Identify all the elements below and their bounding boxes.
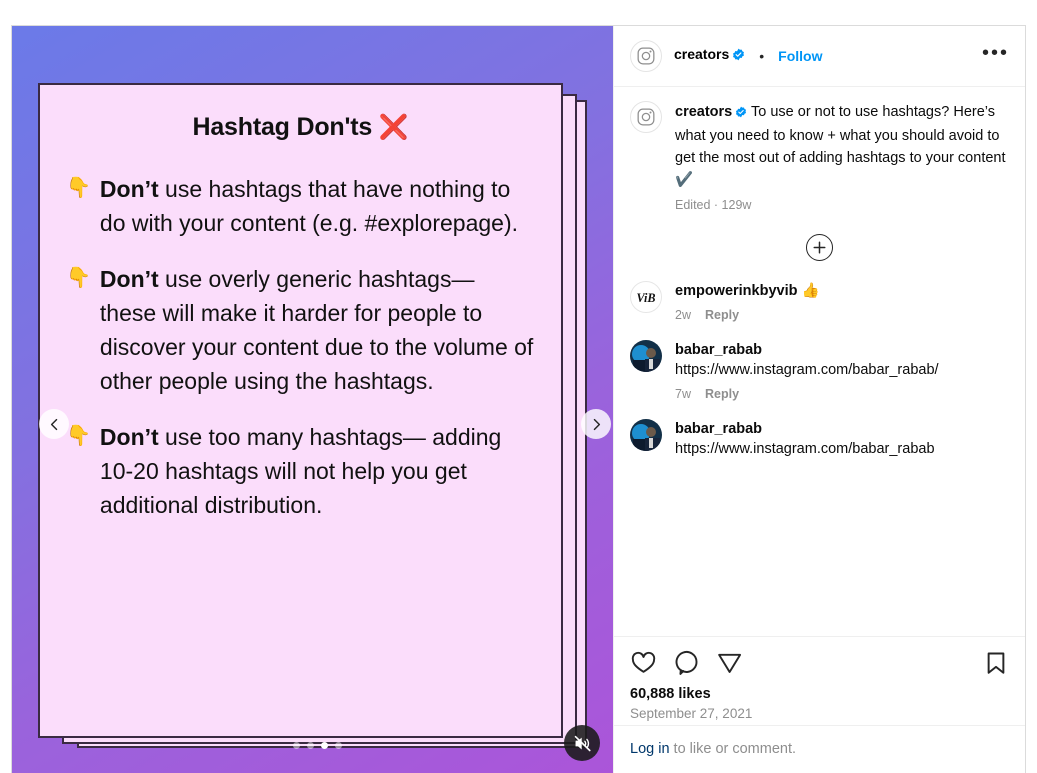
slide-bullet-lead: Don’t <box>99 266 159 293</box>
action-icon-row <box>630 649 1009 676</box>
avatar[interactable] <box>630 418 662 451</box>
caption-text: creators To use or not to use hashtags? … <box>675 101 1009 191</box>
comments-scroll-area[interactable]: creators To use or not to use hashtags? … <box>614 87 1025 636</box>
avatar[interactable] <box>630 101 662 133</box>
slide-bullet-lead: Don’t <box>99 424 159 451</box>
avatar[interactable] <box>630 339 662 372</box>
comment-meta: 7w Reply <box>675 387 1009 401</box>
photo-avatar <box>630 339 662 372</box>
chevron-right-icon <box>593 418 600 430</box>
comment-body: empowerinkbyvib 👍 2w Reply <box>675 281 1009 322</box>
instagram-post: Hashtag Don'ts ❌ 👇 Don’t use hashtags th… <box>11 25 1026 773</box>
thumbs-down-icon: 👇 <box>66 177 91 199</box>
slide-title: Hashtag Don'ts ❌ <box>66 113 535 142</box>
like-count: 60,888 likes <box>630 686 711 702</box>
slide-bullet-lead: Don’t <box>99 176 159 202</box>
share-paper-plane-icon <box>718 653 742 673</box>
red-x-icon: ❌ <box>378 114 409 141</box>
carousel-dots <box>293 742 342 749</box>
heart-icon <box>631 651 656 673</box>
post-sidebar: creators • Follow ••• creators To use or… <box>613 26 1025 773</box>
caption-meta: Edited · 129w <box>675 198 752 213</box>
login-prompt-text: to like or comment. <box>669 741 797 757</box>
carousel-dot[interactable] <box>293 742 300 749</box>
comment-text: https://www.instagram.com/babar_rabab <box>675 441 935 458</box>
share-button[interactable] <box>716 649 743 676</box>
follow-button[interactable]: Follow <box>778 48 822 64</box>
chevron-left-icon <box>50 418 57 430</box>
avatar[interactable] <box>630 40 662 72</box>
vib-monogram-avatar: ViB <box>637 291 656 305</box>
post-caption: creators To use or not to use hashtags? … <box>630 101 1009 212</box>
slide-bullet-body: use hashtags that have nothing to do wit… <box>99 176 518 237</box>
carousel-dot[interactable] <box>335 742 342 749</box>
comment-text: 👍 <box>797 283 820 300</box>
verified-badge-icon <box>735 103 747 125</box>
save-button[interactable] <box>983 650 1009 676</box>
comment-body: babar_rabab https://www.instagram.com/ba… <box>675 419 1009 460</box>
carousel-dot-active[interactable] <box>321 742 328 749</box>
instagram-logo-icon <box>637 108 655 126</box>
load-more-comments-row <box>630 212 1009 281</box>
slide-bullet-text: Don’t use hashtags that have nothing to … <box>100 172 535 240</box>
post-header-username[interactable]: creators <box>674 46 745 66</box>
comment-body: babar_rabab https://www.instagram.com/ba… <box>675 340 1009 401</box>
slide-title-text: Hashtag Don'ts <box>192 113 373 141</box>
comment-line: babar_rabab <box>675 419 1009 440</box>
comment-reply-button[interactable]: Reply <box>705 308 739 322</box>
comment-time: 7w <box>675 386 691 401</box>
mute-button[interactable] <box>564 725 600 761</box>
slide-bullet-body: use too many hashtags— adding 10-20 hash… <box>99 424 502 519</box>
carousel-dot[interactable] <box>307 742 314 749</box>
more-options-button[interactable]: ••• <box>982 43 1009 63</box>
login-prompt: Log in to like or comment. <box>614 725 1025 773</box>
comment-reply-button[interactable]: Reply <box>705 387 739 401</box>
comment-bubble-icon <box>675 651 698 675</box>
comment-username[interactable]: babar_rabab <box>675 342 762 358</box>
plus-icon <box>813 241 826 254</box>
bookmark-icon <box>987 651 1005 674</box>
photo-avatar <box>630 418 662 451</box>
slide-card-front: Hashtag Don'ts ❌ 👇 Don’t use hashtags th… <box>38 83 563 738</box>
post-header: creators • Follow ••• <box>614 26 1025 87</box>
carousel-prev-button[interactable] <box>39 409 69 439</box>
slide-bullet: 👇 Don’t use overly generic hashtags— the… <box>66 262 535 398</box>
comment-username[interactable]: empowerinkbyvib <box>675 283 797 299</box>
comment-button[interactable] <box>673 649 700 676</box>
post-media[interactable]: Hashtag Don'ts ❌ 👇 Don’t use hashtags th… <box>12 26 613 773</box>
comment-username[interactable]: babar_rabab <box>675 421 762 437</box>
thumbs-down-icon: 👇 <box>66 267 91 290</box>
comment-item: ViB empowerinkbyvib 👍 2w Reply <box>630 281 1009 322</box>
verified-badge-icon <box>732 48 745 66</box>
comment-item: babar_rabab https://www.instagram.com/ba… <box>630 418 1009 460</box>
header-separator: • <box>759 48 765 64</box>
comment-line: empowerinkbyvib 👍 <box>675 281 1009 302</box>
slide-bullet-text: Don’t use too many hashtags— adding 10-2… <box>100 420 535 522</box>
login-link[interactable]: Log in <box>630 741 670 757</box>
comment-time: 2w <box>675 307 691 322</box>
thumbs-down-icon: 👇 <box>66 425 91 448</box>
avatar[interactable]: ViB <box>630 281 662 314</box>
caption-body: creators To use or not to use hashtags? … <box>675 101 1009 212</box>
carousel-next-button[interactable] <box>581 409 611 439</box>
username-text: creators <box>674 46 730 62</box>
comment-text: https://www.instagram.com/babar_rabab/ <box>675 362 939 379</box>
comment-line: babar_rabab <box>675 340 1009 361</box>
slide-bullet-text: Don’t use overly generic hashtags— these… <box>100 262 535 398</box>
comment-item: babar_rabab https://www.instagram.com/ba… <box>630 339 1009 401</box>
speaker-muted-icon <box>574 735 591 751</box>
slide-bullet-body: use overly generic hashtags— these will … <box>99 266 534 395</box>
load-more-comments-button[interactable] <box>806 234 833 262</box>
instagram-logo-icon <box>637 47 655 65</box>
like-button[interactable] <box>630 649 657 676</box>
post-date: September 27, 2021 <box>630 706 753 721</box>
svg-text:ViB: ViB <box>637 291 656 305</box>
post-action-bar: 60,888 likes September 27, 2021 <box>614 636 1025 725</box>
comment-meta: 2w Reply <box>675 308 1009 322</box>
caption-username[interactable]: creators <box>675 104 732 120</box>
slide-bullet: 👇 Don’t use too many hashtags— adding 10… <box>66 420 535 522</box>
slide-bullet: 👇 Don’t use hashtags that have nothing t… <box>66 172 535 240</box>
